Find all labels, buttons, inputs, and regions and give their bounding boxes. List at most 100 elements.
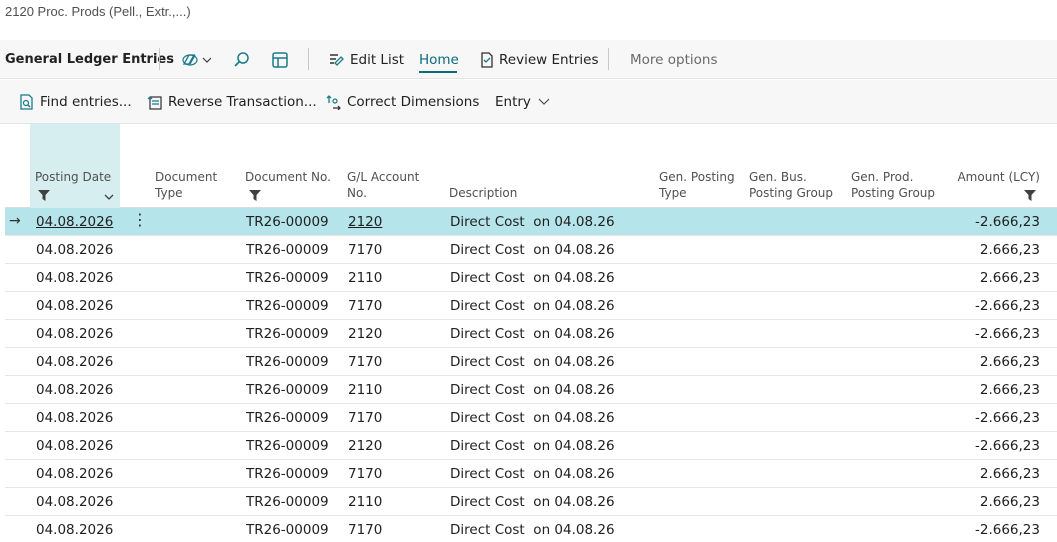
entries-grid: Posting Date Document Type Document No. … bbox=[5, 124, 1057, 542]
table-row[interactable]: 04.08.2026 TR26-00009 2110 Direct Cost on 0… bbox=[5, 264, 1057, 292]
cell-gl-account-no[interactable]: 2120 bbox=[348, 326, 382, 342]
cell-document-no: TR26-00009 bbox=[246, 214, 329, 230]
cell-gl-account-no[interactable]: 7170 bbox=[348, 410, 382, 426]
cell-posting-date[interactable]: 04.08.2026 bbox=[36, 410, 113, 426]
cell-document-no: TR26-00009 bbox=[246, 382, 329, 398]
divider bbox=[159, 48, 160, 70]
cell-document-no: TR26-00009 bbox=[246, 242, 329, 258]
column-header-posting-date[interactable]: Posting Date bbox=[35, 169, 111, 185]
grid-header: Posting Date Document Type Document No. … bbox=[5, 124, 1057, 208]
divider bbox=[608, 48, 609, 70]
cell-posting-date[interactable]: 04.08.2026 bbox=[36, 522, 113, 538]
cell-gl-account-no[interactable]: 7170 bbox=[348, 466, 382, 482]
reverse-transaction-icon bbox=[147, 94, 163, 110]
cell-posting-date[interactable]: 04.08.2026 bbox=[36, 354, 113, 370]
cell-description: Direct Cost on 04.08.26 bbox=[450, 354, 615, 370]
table-row[interactable]: 04.08.2026 TR26-00009 7170 Direct Cost on 0… bbox=[5, 292, 1057, 320]
row-actions-menu-icon[interactable]: ⋮ bbox=[132, 212, 148, 228]
table-row[interactable]: 04.08.2026 TR26-00009 7170 Direct Cost on 0… bbox=[5, 460, 1057, 488]
table-row[interactable]: → ⋮ 04.08.2026 TR26-00009 2120 Direct Cost on… bbox=[5, 208, 1057, 236]
table-row[interactable]: 04.08.2026 TR26-00009 7170 Direct Cost on 0… bbox=[5, 236, 1057, 264]
command-bar: General Ledger Entries Edit List Home Re… bbox=[0, 40, 1057, 79]
column-header-gen-bus-posting-group[interactable]: Gen. Bus. Posting Group bbox=[749, 169, 833, 201]
cell-document-no: TR26-00009 bbox=[246, 494, 329, 510]
cell-gl-account-no[interactable]: 2120 bbox=[348, 438, 382, 454]
column-header-gl-account-no[interactable]: G/L Account No. bbox=[347, 169, 419, 201]
cell-posting-date[interactable]: 04.08.2026 bbox=[36, 494, 113, 510]
cell-document-no: TR26-00009 bbox=[246, 298, 329, 314]
tab-home[interactable]: Home bbox=[419, 52, 459, 68]
cell-gl-account-no[interactable]: 7170 bbox=[348, 522, 382, 538]
cell-amount-lcy: -2.666,23 bbox=[975, 298, 1040, 314]
cell-posting-date[interactable]: 04.08.2026 bbox=[36, 326, 113, 342]
review-entries-button[interactable]: Review Entries bbox=[480, 52, 598, 68]
cell-description: Direct Cost on 04.08.26 bbox=[450, 522, 615, 538]
chevron-down-icon bbox=[538, 98, 550, 106]
table-row[interactable]: 04.08.2026 TR26-00009 2110 Direct Cost on 0… bbox=[5, 376, 1057, 404]
cell-amount-lcy: -2.666,23 bbox=[975, 438, 1040, 454]
column-header-amount-lcy[interactable]: Amount (LCY) bbox=[957, 169, 1040, 185]
document-icon bbox=[480, 52, 494, 68]
cell-posting-date[interactable]: 04.08.2026 bbox=[36, 270, 113, 286]
filter-icon[interactable] bbox=[38, 186, 50, 205]
cell-posting-date[interactable]: 04.08.2026 bbox=[36, 382, 113, 398]
cell-gl-account-no[interactable]: 2120 bbox=[348, 214, 382, 230]
correct-dimensions-label: Correct Dimensions bbox=[347, 94, 480, 110]
table-row[interactable]: 04.08.2026 TR26-00009 7170 Direct Cost on 0… bbox=[5, 516, 1057, 542]
cell-posting-date[interactable]: 04.08.2026 bbox=[36, 214, 113, 230]
cell-description: Direct Cost on 04.08.26 bbox=[450, 410, 615, 426]
edit-list-button[interactable]: Edit List bbox=[329, 52, 404, 68]
cell-document-no: TR26-00009 bbox=[246, 410, 329, 426]
more-options-button[interactable]: More options bbox=[630, 52, 717, 68]
entry-menu-button[interactable]: Entry bbox=[495, 94, 550, 110]
cell-amount-lcy: 2.666,23 bbox=[979, 494, 1040, 510]
cell-posting-date[interactable]: 04.08.2026 bbox=[36, 242, 113, 258]
reverse-transaction-button[interactable]: Reverse Transaction... bbox=[147, 94, 317, 110]
table-row[interactable]: 04.08.2026 TR26-00009 2120 Direct Cost on 0… bbox=[5, 432, 1057, 460]
cell-amount-lcy: 2.666,23 bbox=[979, 382, 1040, 398]
correct-dimensions-button[interactable]: Correct Dimensions bbox=[326, 94, 479, 110]
cell-document-no: TR26-00009 bbox=[246, 438, 329, 454]
cell-description: Direct Cost on 04.08.26 bbox=[450, 466, 615, 482]
table-row[interactable]: 04.08.2026 TR26-00009 2110 Direct Cost on 0… bbox=[5, 488, 1057, 516]
cell-gl-account-no[interactable]: 7170 bbox=[348, 298, 382, 314]
column-header-document-no[interactable]: Document No. bbox=[245, 169, 331, 185]
filter-icon[interactable] bbox=[249, 186, 261, 205]
dimensions-icon bbox=[326, 94, 342, 110]
search-icon[interactable] bbox=[233, 50, 251, 70]
cell-posting-date[interactable]: 04.08.2026 bbox=[36, 438, 113, 454]
layout-icon[interactable] bbox=[271, 50, 289, 70]
cell-document-no: TR26-00009 bbox=[246, 466, 329, 482]
column-header-document-type[interactable]: Document Type bbox=[155, 169, 217, 201]
cell-gl-account-no[interactable]: 2110 bbox=[348, 382, 382, 398]
column-header-description[interactable]: Description bbox=[449, 185, 517, 201]
find-entries-label: Find entries... bbox=[40, 94, 132, 110]
cell-amount-lcy: 2.666,23 bbox=[979, 242, 1040, 258]
copilot-icon[interactable] bbox=[181, 50, 211, 70]
filter-icon[interactable] bbox=[1024, 186, 1036, 205]
table-row[interactable]: 04.08.2026 TR26-00009 7170 Direct Cost on 0… bbox=[5, 404, 1057, 432]
column-header-gen-prod-posting-group[interactable]: Gen. Prod. Posting Group bbox=[851, 169, 935, 201]
find-entries-icon bbox=[19, 94, 35, 110]
cell-posting-date[interactable]: 04.08.2026 bbox=[36, 466, 113, 482]
find-entries-button[interactable]: Find entries... bbox=[19, 94, 132, 110]
cell-description: Direct Cost on 04.08.26 bbox=[450, 438, 615, 454]
sort-descending-icon[interactable] bbox=[104, 186, 114, 205]
entry-menu-label: Entry bbox=[495, 94, 531, 110]
cell-amount-lcy: -2.666,23 bbox=[975, 410, 1040, 426]
cell-description: Direct Cost on 04.08.26 bbox=[450, 242, 615, 258]
cell-posting-date[interactable]: 04.08.2026 bbox=[36, 298, 113, 314]
cell-description: Direct Cost on 04.08.26 bbox=[450, 298, 615, 314]
cell-document-no: TR26-00009 bbox=[246, 354, 329, 370]
column-header-gen-posting-type[interactable]: Gen. Posting Type bbox=[659, 169, 735, 201]
table-row[interactable]: 04.08.2026 TR26-00009 2120 Direct Cost on 0… bbox=[5, 320, 1057, 348]
cell-gl-account-no[interactable]: 2110 bbox=[348, 494, 382, 510]
review-entries-label: Review Entries bbox=[499, 52, 599, 68]
table-row[interactable]: 04.08.2026 TR26-00009 7170 Direct Cost on 0… bbox=[5, 348, 1057, 376]
cell-gl-account-no[interactable]: 7170 bbox=[348, 242, 382, 258]
cell-gl-account-no[interactable]: 7170 bbox=[348, 354, 382, 370]
cell-gl-account-no[interactable]: 2110 bbox=[348, 270, 382, 286]
cell-amount-lcy: -2.666,23 bbox=[975, 214, 1040, 230]
cell-document-no: TR26-00009 bbox=[246, 326, 329, 342]
page-title: General Ledger Entries bbox=[5, 52, 174, 67]
